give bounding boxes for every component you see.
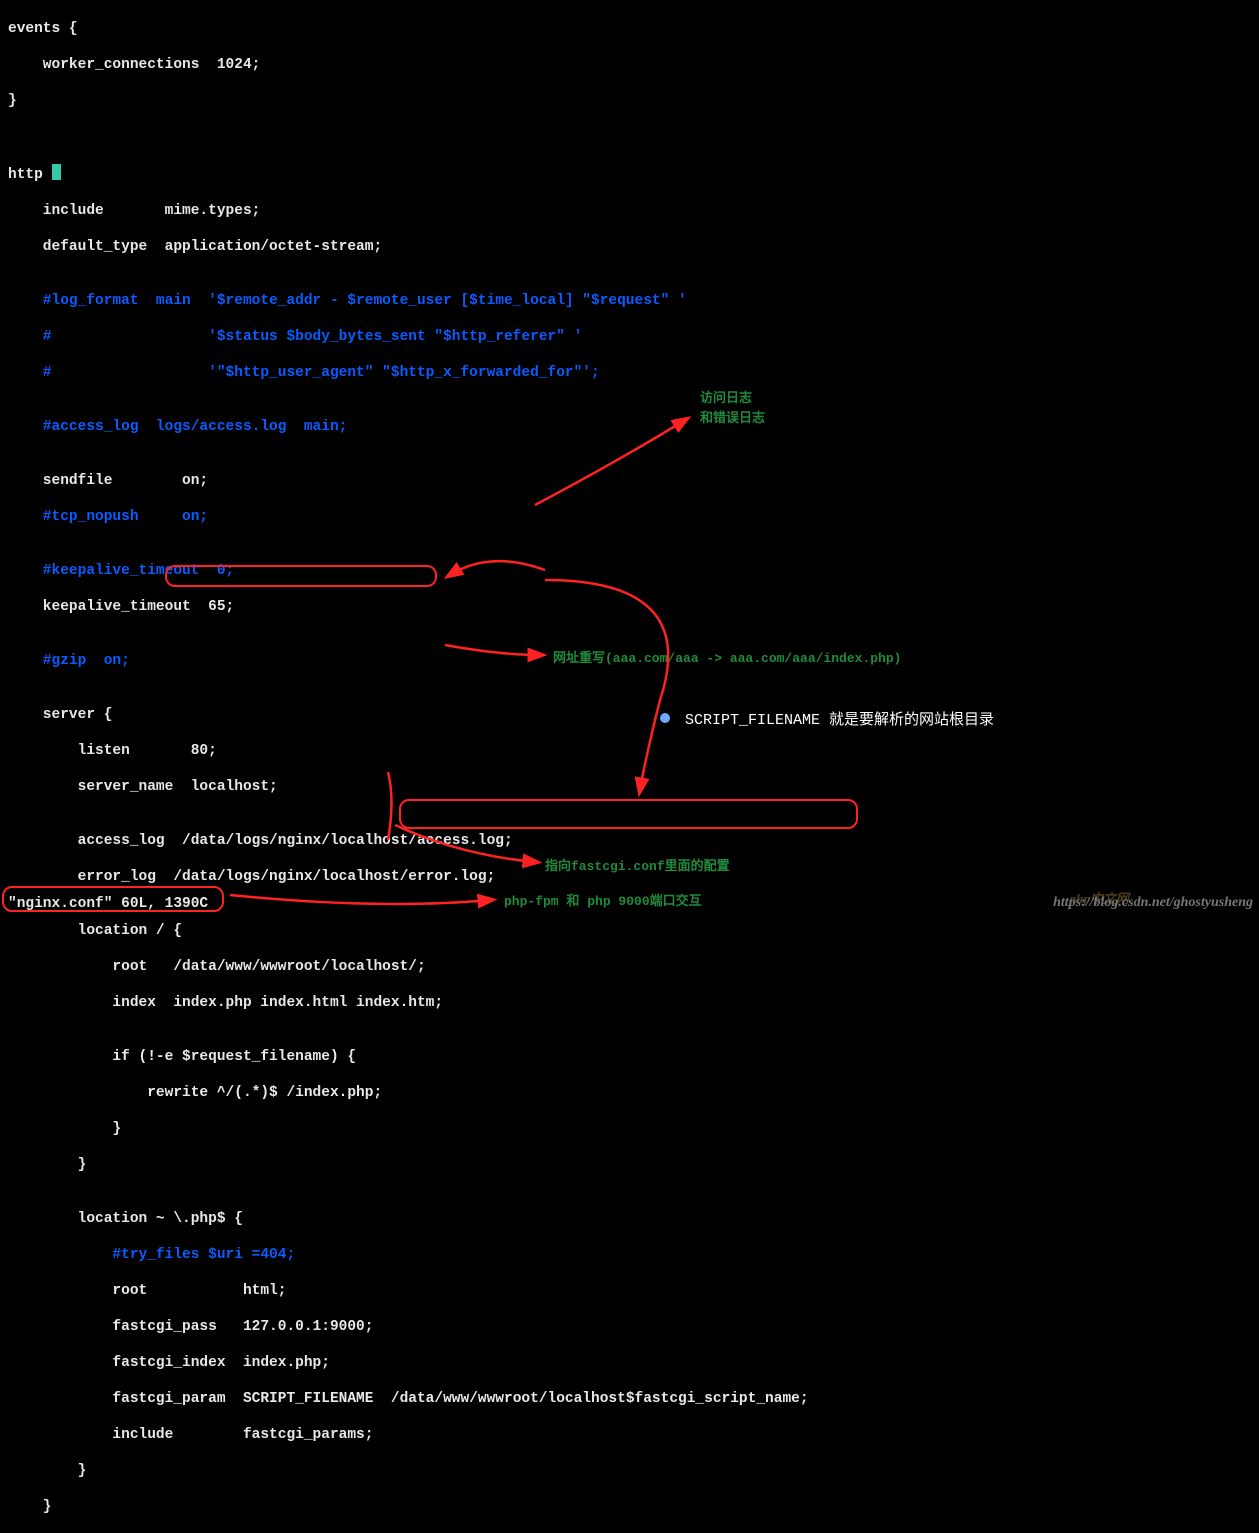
code-line: listen 80; [8, 742, 809, 760]
annotation-rewrite: 网址重写(aaa.com/aaa -> aaa.com/aaa/index.ph… [553, 650, 901, 668]
code-line: index index.php index.html index.htm; [8, 994, 809, 1012]
code-line: worker_connections 1024; [8, 56, 809, 74]
code-line: location ~ \.php$ { [8, 1210, 809, 1228]
code-line: fastcgi_index index.php; [8, 1354, 809, 1372]
code-comment: # '"$http_user_agent" "$http_x_forwarded… [8, 364, 809, 382]
code-line: server_name localhost; [8, 778, 809, 796]
watermark-csdn: https://blog.csdn.net/ghostyusheng [1053, 894, 1253, 912]
code-line: if (!-e $request_filename) { [8, 1048, 809, 1066]
code-line: } [8, 1156, 809, 1174]
code-comment: # '$status $body_bytes_sent "$http_refer… [8, 328, 809, 346]
code-line: keepalive_timeout 65; [8, 598, 809, 616]
code-line: } [8, 1120, 809, 1138]
code-line: http [8, 164, 809, 184]
code-comment: #access_log logs/access.log main; [8, 418, 809, 436]
code-line: include fastcgi_params; [8, 1426, 809, 1444]
code-line: location / { [8, 922, 809, 940]
code-comment: #try_files $uri =404; [8, 1246, 809, 1264]
bullet-icon [660, 713, 670, 723]
cursor [52, 164, 61, 180]
code-line: events { [8, 20, 809, 38]
vim-status-line: "nginx.conf" 60L, 1390C [8, 895, 208, 913]
code-line: access_log /data/logs/nginx/localhost/ac… [8, 832, 809, 850]
code-comment: #tcp_nopush on; [8, 508, 809, 526]
code-line: include mime.types; [8, 202, 809, 220]
code-line: } [8, 92, 809, 110]
code-line: default_type application/octet-stream; [8, 238, 809, 256]
code-line: fastcgi_param SCRIPT_FILENAME /data/www/… [8, 1390, 809, 1408]
code-editor[interactable]: events { worker_connections 1024; } http… [8, 2, 809, 1533]
code-line: root html; [8, 1282, 809, 1300]
code-line: sendfile on; [8, 472, 809, 490]
code-line: rewrite ^/(.*)$ /index.php; [8, 1084, 809, 1102]
annotation-script-filename: SCRIPT_FILENAME 就是要解析的网站根目录 [660, 712, 994, 730]
annotation-fastcgi-conf: 指向fastcgi.conf里面的配置 [545, 858, 730, 876]
annotation-error-log: 和错误日志 [700, 410, 765, 428]
code-line: } [8, 1498, 809, 1516]
code-line: root /data/www/wwwroot/localhost/; [8, 958, 809, 976]
annotation-php-fpm: php-fpm 和 php 9000端口交互 [504, 893, 702, 911]
code-comment: #log_format main '$remote_addr - $remote… [8, 292, 809, 310]
code-line: } [8, 1462, 809, 1480]
annotation-access-log: 访问日志 [700, 390, 752, 408]
code-comment: #keepalive_timeout 0; [8, 562, 809, 580]
code-line: fastcgi_pass 127.0.0.1:9000; [8, 1318, 809, 1336]
